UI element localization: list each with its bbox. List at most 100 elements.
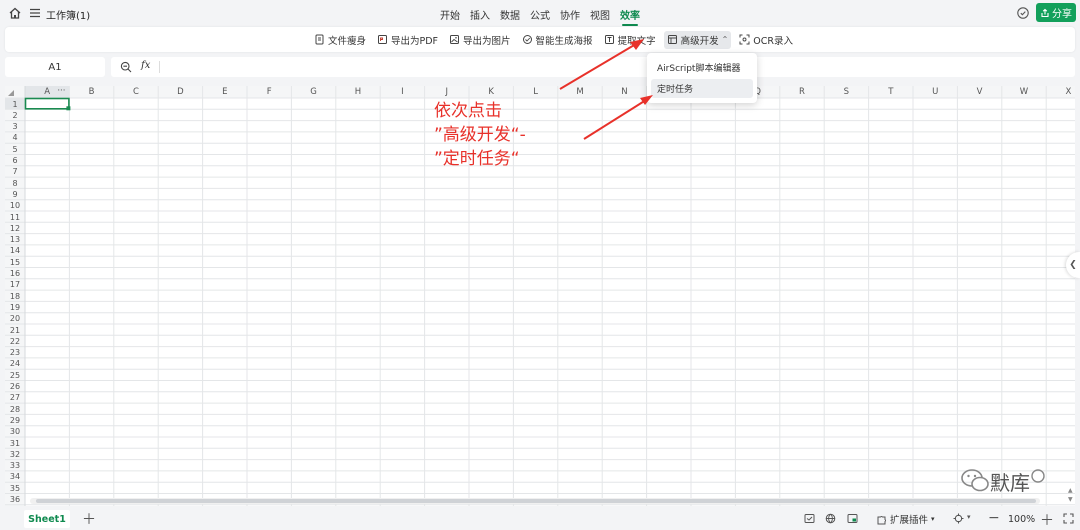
row-header[interactable]: 2	[5, 111, 25, 120]
column-header[interactable]: G	[291, 87, 335, 97]
column-header[interactable]: T	[869, 87, 913, 97]
dropdown-item-airscript-editor[interactable]: AirScript脚本编辑器	[651, 58, 753, 77]
view-mode-icon[interactable]	[847, 513, 858, 524]
column-header[interactable]: H	[336, 87, 380, 97]
column-header[interactable]: I	[380, 87, 424, 97]
row-header[interactable]: 22	[5, 337, 25, 346]
tab-2[interactable]: 数据	[500, 7, 520, 22]
row-header[interactable]: 28	[5, 405, 25, 414]
horizontal-scrollbar[interactable]	[30, 498, 1040, 504]
tab-3[interactable]: 公式	[530, 7, 550, 22]
zoom-search-icon[interactable]	[120, 61, 132, 73]
column-header[interactable]: N	[602, 87, 646, 97]
row-header[interactable]: 1	[5, 100, 25, 109]
row-header[interactable]: 20	[5, 314, 25, 323]
ribbon-button-5[interactable]: 高级开发 ⌃	[663, 30, 732, 49]
dropdown-item-scheduled-task[interactable]: 定时任务	[651, 79, 753, 98]
row-header[interactable]: 32	[5, 450, 25, 459]
extension-plugins-button[interactable]: 扩展插件 ▾	[876, 512, 935, 526]
row-header[interactable]: 10	[5, 201, 25, 210]
row-header[interactable]: 5	[5, 145, 25, 154]
column-header[interactable]: M	[558, 87, 602, 97]
fill-handle[interactable]	[66, 106, 71, 111]
home-icon[interactable]	[8, 6, 22, 20]
row-header[interactable]: 30	[5, 427, 25, 436]
name-box[interactable]: A1	[5, 57, 105, 77]
crosshair-icon[interactable]	[953, 513, 964, 524]
row-header[interactable]: 21	[5, 326, 25, 335]
zoom-level[interactable]: 100%	[1008, 514, 1035, 525]
selected-cell[interactable]	[24, 97, 70, 110]
row-header[interactable]: 29	[5, 416, 25, 425]
row-header[interactable]: 8	[5, 179, 25, 188]
row-header[interactable]: 26	[5, 382, 25, 391]
tab-0[interactable]: 开始	[440, 7, 460, 22]
protect-icon[interactable]	[804, 513, 815, 524]
row-header[interactable]: 3	[5, 122, 25, 131]
tab-6[interactable]: 效率	[620, 7, 640, 26]
column-header[interactable]: J	[425, 87, 469, 97]
fullscreen-icon[interactable]	[1063, 513, 1074, 524]
ribbon-button-3[interactable]: 智能生成海报	[519, 31, 596, 49]
row-header[interactable]: 19	[5, 303, 25, 312]
row-header[interactable]: 11	[5, 213, 25, 222]
column-header[interactable]: R	[780, 87, 824, 97]
column-header[interactable]: S	[824, 87, 868, 97]
row-header[interactable]: 18	[5, 292, 25, 301]
scroll-down-icon[interactable]: ▼	[1068, 496, 1073, 503]
add-sheet-icon[interactable]: ＋	[82, 509, 96, 529]
column-header[interactable]: X	[1046, 87, 1075, 97]
row-header[interactable]: 33	[5, 461, 25, 470]
column-header[interactable]: D	[158, 87, 202, 97]
row-header[interactable]: 35	[5, 484, 25, 493]
formula-input[interactable]: fx	[111, 57, 1075, 77]
column-header[interactable]: L	[513, 87, 557, 97]
zoom-in-icon[interactable]: ＋	[1040, 510, 1054, 530]
column-header[interactable]: E	[203, 87, 247, 97]
row-header[interactable]: 34	[5, 472, 25, 481]
row-header[interactable]: 15	[5, 258, 25, 267]
row-header[interactable]: 23	[5, 348, 25, 357]
row-header[interactable]: 16	[5, 269, 25, 278]
globe-icon[interactable]	[825, 513, 836, 524]
row-header[interactable]: 13	[5, 235, 25, 244]
ribbon-button-0[interactable]: 文件瘦身	[311, 31, 369, 49]
row-header[interactable]: 24	[5, 359, 25, 368]
column-header[interactable]: U	[913, 87, 957, 97]
row-header[interactable]: 36	[5, 495, 25, 504]
ribbon-button-2[interactable]: 导出为图片	[446, 31, 514, 49]
column-header[interactable]: C	[114, 87, 158, 97]
ribbon-button-1[interactable]: 导出为PDF	[374, 31, 441, 49]
ribbon-button-4[interactable]: 提取文字	[601, 31, 659, 49]
sheet-tab[interactable]: Sheet1	[24, 510, 70, 528]
row-header[interactable]: 12	[5, 224, 25, 233]
scroll-up-icon[interactable]: ▲	[1068, 487, 1073, 494]
more-options-icon[interactable]: ···	[55, 86, 67, 96]
scrollbar-thumb[interactable]	[36, 499, 1036, 503]
tab-4[interactable]: 协作	[560, 7, 580, 22]
tab-5[interactable]: 视图	[590, 7, 610, 22]
row-header[interactable]: 6	[5, 156, 25, 165]
row-header[interactable]: 7	[5, 167, 25, 176]
share-button[interactable]: 分享	[1036, 3, 1076, 22]
row-header[interactable]: 17	[5, 280, 25, 289]
document-title[interactable]: 工作簿(1)	[46, 7, 90, 22]
column-header[interactable]: W	[1002, 87, 1046, 97]
menu-icon[interactable]	[28, 6, 42, 20]
tab-1[interactable]: 插入	[470, 7, 490, 22]
row-header[interactable]: 4	[5, 133, 25, 142]
row-header[interactable]: 14	[5, 246, 25, 255]
column-header[interactable]: K	[469, 87, 513, 97]
column-header[interactable]: F	[247, 87, 291, 97]
fx-label[interactable]: fx	[141, 60, 150, 71]
row-header[interactable]: 31	[5, 439, 25, 448]
row-header[interactable]: 9	[5, 190, 25, 199]
column-header[interactable]: V	[957, 87, 1001, 97]
row-header[interactable]: 25	[5, 371, 25, 380]
zoom-out-icon[interactable]: −	[988, 510, 1000, 526]
spreadsheet-grid[interactable]: ABCDEFGHIJKLMNOPQRSTUVWX···1234567891011…	[5, 86, 1075, 506]
column-header[interactable]: B	[69, 87, 113, 97]
ribbon-button-6[interactable]: OCR录入	[736, 31, 796, 49]
chevron-down-icon[interactable]: ▾	[967, 513, 971, 521]
cloud-sync-icon[interactable]	[1016, 6, 1030, 20]
